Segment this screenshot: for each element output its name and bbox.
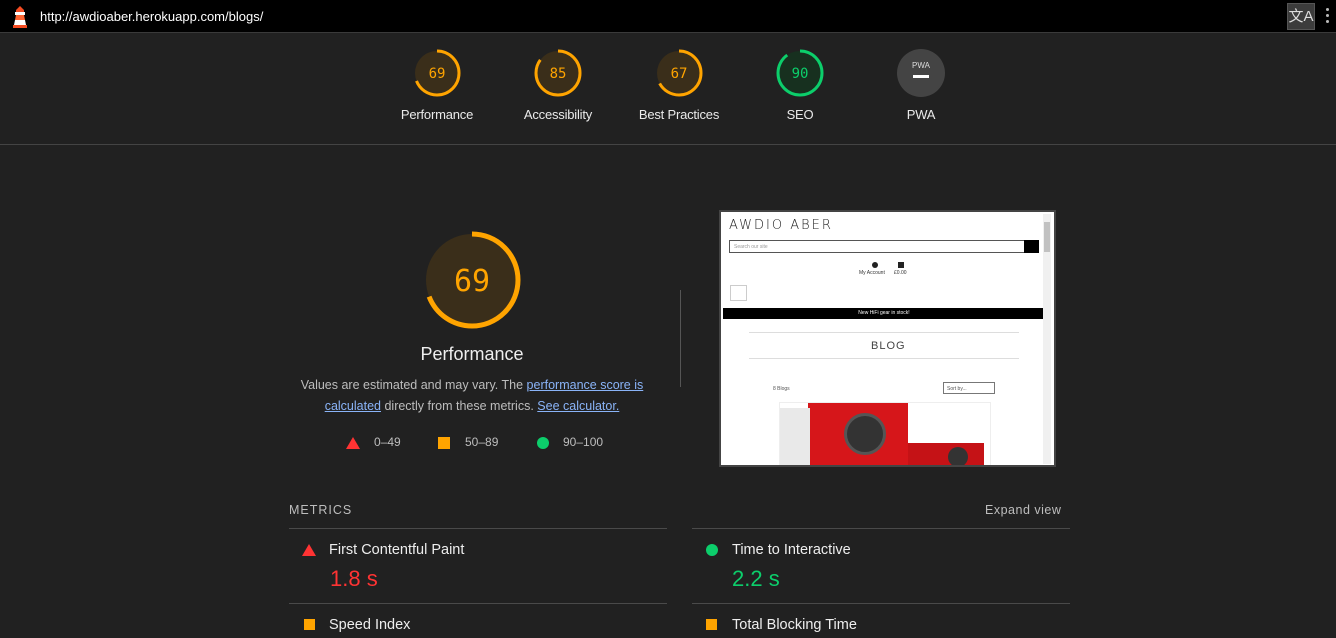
circle-icon [706,544,718,556]
thumb-account-label: My Account [859,270,885,276]
metric-name: Speed Index [329,617,411,633]
thumb-banner: New HiFi gear in stock! [723,308,1045,319]
square-icon [438,437,450,449]
triangle-icon [346,437,360,449]
url-bar: http://awdioaber.herokuapp.com/blogs/ 文A [0,0,1336,33]
gauge-seo[interactable]: 90 SEO [740,49,860,122]
lighthouse-icon [13,6,27,28]
gauge-label: Performance [400,107,474,122]
thumb-sort-text: Sort by... [947,386,967,392]
legend-range: 90–100 [563,435,604,449]
metric-value: 2.2 s [732,566,780,591]
gauge-seo-ring: 90 [776,49,824,97]
square-icon [304,619,315,630]
gauge-performance-ring: 69 [413,49,461,97]
gauge-pwa[interactable]: PWA PWA [861,49,981,122]
circle-icon [537,437,549,449]
desc-text-2: directly from these metrics. [384,399,534,413]
metrics-divider [289,603,667,604]
see-calculator-link[interactable]: See calculator. [537,399,619,413]
metrics-divider [289,528,667,529]
pwa-icon: PWA [897,49,945,97]
performance-score: 69 [454,264,490,299]
thumb-sort: Sort by... [943,382,995,394]
vertical-divider [680,290,681,387]
thumb-speaker-image [779,402,991,465]
gauge-performance[interactable]: 69 Performance [377,49,497,122]
thumb-brand: AWDIO ABER [729,218,833,233]
translate-icon[interactable]: 文A [1287,3,1315,30]
legend-range: 50–89 [465,435,499,449]
gauge-label: Best Practices [638,107,720,122]
thumb-count: 8 Blogs [773,386,790,392]
gauge-best-practices[interactable]: 67 Best Practices [619,49,739,122]
thumb-bag-label: £0.00 [894,270,907,276]
triangle-icon [302,544,316,556]
metrics-heading: METRICS [289,503,353,517]
desc-text: Values are estimated and may vary. The [300,378,524,392]
gauge-accessibility-ring: 85 [534,49,582,97]
thumb-search: Search our site [729,240,1039,253]
final-screenshot[interactable]: AWDIO ABER Search our site My Account £0… [719,210,1056,467]
expand-view-button[interactable]: Expand view [985,503,1061,517]
gauge-label: SEO [786,107,814,122]
thumb-search-icon [1024,240,1039,253]
metric-value: 1.8 s [330,566,378,591]
performance-gauge: 69 [423,231,521,329]
thumb-menu-icon [730,285,747,301]
score-summary: 69 Performance 85 Accessibility 67 Best … [0,33,1336,145]
more-menu-icon[interactable] [1326,8,1330,26]
gauge-score: 69 [429,66,446,82]
thumb-heading: BLOG [871,340,906,352]
page-url: http://awdioaber.herokuapp.com/blogs/ [40,9,264,24]
square-icon [706,619,717,630]
gauge-score: 85 [550,66,567,82]
gauge-label: Accessibility [523,107,593,122]
gauge-score: 90 [792,66,809,82]
thumb-bag-icon [898,262,904,268]
gauge-label: PWA [906,107,936,122]
metrics-divider [692,603,1070,604]
metric-name: Total Blocking Time [732,617,857,633]
performance-title: Performance [420,344,524,364]
metric-name: Time to Interactive [732,542,851,558]
performance-description: Values are estimated and may vary. The p… [290,375,654,417]
thumb-account-icon [872,262,878,268]
metric-name: First Contentful Paint [329,542,465,558]
pwa-badge-text: PWA [912,61,931,70]
thumb-search-text: Search our site [734,244,768,250]
gauge-score: 67 [671,66,688,82]
thumb-scrollbar [1043,214,1051,464]
metrics-divider [692,528,1070,529]
gauge-best-practices-ring: 67 [655,49,703,97]
legend-range: 0–49 [374,435,401,449]
gauge-accessibility[interactable]: 85 Accessibility [498,49,618,122]
